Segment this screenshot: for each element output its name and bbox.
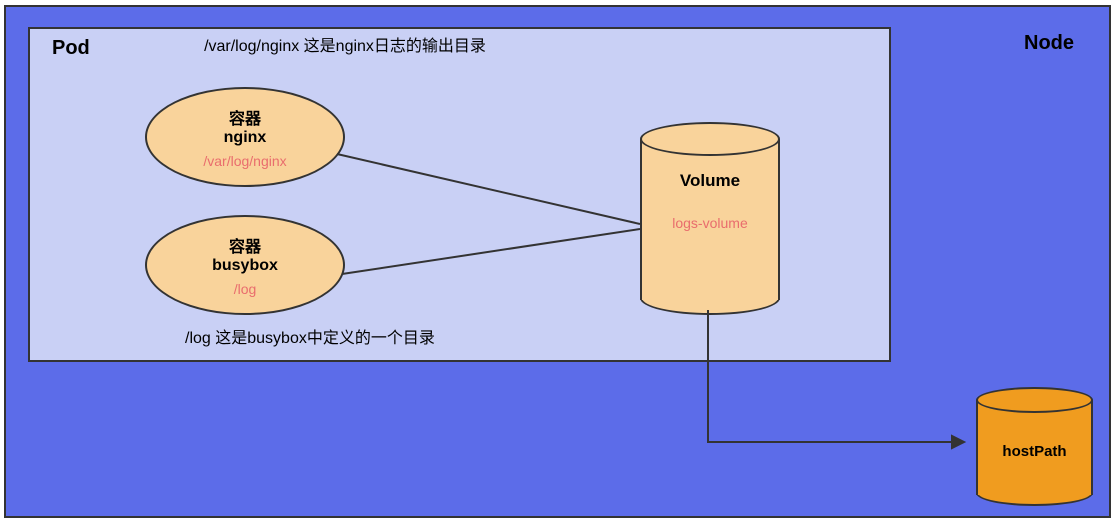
node-container: Node Pod /var/log/nginx 这是nginx日志的输出目录 /… — [4, 5, 1111, 518]
hostpath-cylinder-body: hostPath — [976, 400, 1093, 495]
pod-label: Pod — [52, 37, 90, 60]
container-busybox: 容器 busybox /log — [145, 215, 345, 315]
annotation-nginx-log: /var/log/nginx 这是nginx日志的输出目录 — [200, 37, 490, 58]
cylinder-body: Volume logs-volume — [640, 139, 780, 300]
volume-name: logs-volume — [672, 215, 747, 231]
hostpath-cylinder: hostPath — [976, 387, 1093, 495]
node-label: Node — [1024, 32, 1074, 55]
container-nginx-name: nginx — [224, 129, 267, 147]
volume-cylinder: Volume logs-volume — [640, 122, 780, 300]
pod-container: Pod /var/log/nginx 这是nginx日志的输出目录 /log 这… — [28, 27, 891, 362]
container-busybox-name: busybox — [212, 257, 278, 275]
container-busybox-path: /log — [234, 281, 257, 297]
annotation-busybox-log: /log 这是busybox中定义的一个目录 — [185, 324, 435, 348]
hostpath-cylinder-top — [976, 387, 1093, 413]
hostpath-label: hostPath — [1002, 443, 1066, 460]
container-nginx-path: /var/log/nginx — [203, 153, 286, 169]
container-nginx: 容器 nginx /var/log/nginx — [145, 87, 345, 187]
cylinder-top — [640, 122, 780, 156]
volume-label: Volume — [680, 171, 740, 191]
container-busybox-prefix: 容器 — [229, 233, 261, 257]
container-nginx-prefix: 容器 — [229, 105, 261, 129]
